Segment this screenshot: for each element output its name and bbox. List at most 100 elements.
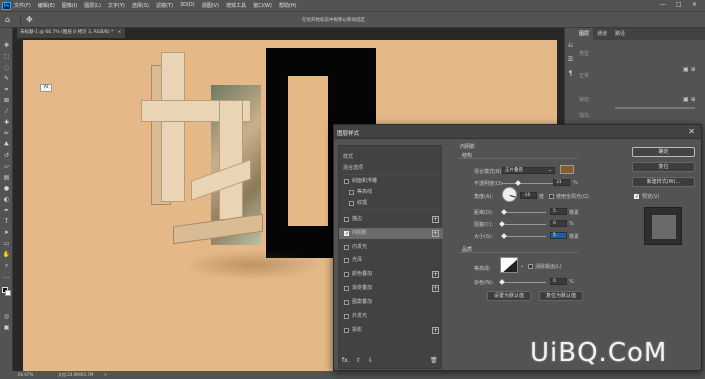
choke-slider[interactable] bbox=[502, 224, 546, 225]
close-icon[interactable]: ✕ bbox=[688, 127, 695, 136]
shadow-color-swatch[interactable] bbox=[560, 165, 574, 174]
style-list-item[interactable]: 内阴影 + bbox=[339, 228, 443, 240]
history-brush-tool-icon[interactable]: ↺ bbox=[2, 152, 11, 159]
style-list-item[interactable]: 斜面和浮雕 bbox=[339, 176, 443, 187]
hand-tool-icon[interactable]: ✋ bbox=[2, 251, 11, 258]
style-checkbox[interactable] bbox=[344, 179, 349, 184]
move-tool-icon[interactable]: ✥ bbox=[2, 42, 11, 49]
tab-channels[interactable]: 通道 bbox=[593, 28, 611, 40]
style-list-item[interactable]: 光泽 bbox=[339, 255, 443, 266]
eraser-tool-icon[interactable]: ▱ bbox=[2, 163, 11, 170]
style-list-item[interactable]: 混合选项 bbox=[339, 163, 443, 174]
distance-slider[interactable] bbox=[502, 212, 546, 213]
menu-item-11[interactable]: 帮助(H) bbox=[279, 2, 297, 9]
quick-mask-icon[interactable]: ◎ bbox=[2, 313, 11, 320]
brush-tool-icon[interactable]: ✏ bbox=[2, 130, 11, 137]
style-list-item[interactable]: 颜色叠加 + bbox=[339, 269, 443, 280]
menu-item-10[interactable]: 窗口(W) bbox=[253, 2, 272, 9]
noise-input[interactable]: 0 bbox=[550, 278, 567, 285]
tab-paths[interactable]: 路径 bbox=[611, 28, 629, 40]
menu-item-1[interactable]: 编辑(E) bbox=[38, 2, 55, 9]
move-up-icon[interactable]: ⇧ bbox=[356, 357, 361, 364]
opacity-input[interactable]: 31 bbox=[553, 179, 570, 186]
contour-preview[interactable] bbox=[500, 257, 518, 273]
healing-tool-icon[interactable]: ✚ bbox=[2, 119, 11, 126]
lasso-tool-icon[interactable]: ◌ bbox=[2, 64, 11, 71]
new-style-button[interactable]: 新建样式(W)... bbox=[632, 177, 695, 187]
tab-layers[interactable]: 图层 bbox=[575, 28, 594, 40]
dodge-tool-icon[interactable]: ◐ bbox=[2, 196, 11, 203]
opacity-slider-knob[interactable] bbox=[514, 180, 521, 186]
style-list-item[interactable]: 描边 + bbox=[339, 214, 443, 225]
menu-item-2[interactable]: 图像(I) bbox=[62, 2, 77, 9]
document-tab[interactable]: 未标题-1 @ 66.7% (图层 0 拷贝 3, RGB/8) * × bbox=[17, 28, 125, 38]
crop-tool-icon[interactable]: ⌗ bbox=[2, 86, 11, 93]
style-list-item[interactable]: 纹理 bbox=[339, 198, 443, 209]
shape-tool-icon[interactable]: ▭ bbox=[2, 240, 11, 247]
screen-mode-icon[interactable]: ▣ bbox=[2, 324, 11, 331]
size-slider[interactable] bbox=[502, 236, 546, 237]
style-list-item[interactable]: 样式 bbox=[339, 152, 443, 163]
menu-item-9[interactable]: 增效工具 bbox=[226, 2, 246, 9]
menu-item-3[interactable]: 图层(L) bbox=[84, 2, 101, 9]
history-panel-icon[interactable]: ⎌ bbox=[566, 42, 575, 49]
style-list-item[interactable]: 外发光 bbox=[339, 311, 443, 322]
preview-checkbox[interactable]: ✓ bbox=[634, 194, 639, 200]
style-checkbox[interactable] bbox=[344, 286, 349, 291]
blur-tool-icon[interactable]: ● bbox=[2, 185, 11, 192]
move-down-icon[interactable]: ⇩ bbox=[368, 357, 373, 364]
more-tools-icon[interactable]: … bbox=[2, 273, 11, 280]
pen-tool-icon[interactable]: ✒ bbox=[2, 207, 11, 214]
size-input[interactable]: 5 bbox=[550, 232, 567, 239]
menu-item-0[interactable]: 文件(F) bbox=[14, 2, 31, 9]
panel-icons-a[interactable]: ▣ ⊕ bbox=[683, 66, 696, 73]
style-list-item[interactable]: 等高线 bbox=[339, 187, 443, 198]
fill-slider[interactable] bbox=[615, 107, 695, 109]
path-select-tool-icon[interactable]: ➤ bbox=[2, 229, 11, 236]
style-checkbox[interactable] bbox=[344, 258, 349, 263]
menu-item-5[interactable]: 选择(S) bbox=[132, 2, 149, 9]
choke-input[interactable]: 0 bbox=[550, 220, 567, 227]
zoom-tool-icon[interactable]: ⌕ bbox=[2, 262, 11, 269]
trash-icon[interactable]: 🗑 bbox=[430, 357, 438, 364]
angle-input[interactable]: -16 bbox=[520, 192, 537, 199]
chevron-down-icon[interactable]: ⌄ bbox=[520, 263, 524, 269]
style-list-item[interactable]: 图案叠加 bbox=[339, 297, 443, 308]
menu-item-8[interactable]: 视图(V) bbox=[202, 2, 219, 9]
style-checkbox[interactable] bbox=[344, 272, 349, 277]
ok-button[interactable]: 确定 bbox=[632, 147, 695, 157]
menu-item-4[interactable]: 文字(Y) bbox=[108, 2, 125, 9]
zoom-level[interactable]: 66.67% bbox=[18, 371, 33, 379]
style-checkbox[interactable] bbox=[344, 217, 349, 222]
add-effect-icon[interactable]: + bbox=[432, 270, 439, 278]
marquee-tool-icon[interactable]: ⬚ bbox=[2, 53, 11, 60]
close-window-button[interactable]: ✕ bbox=[692, 1, 697, 8]
style-checkbox[interactable] bbox=[344, 328, 349, 333]
style-list-item[interactable]: 内发光 bbox=[339, 242, 443, 253]
add-effect-icon[interactable]: + bbox=[432, 229, 439, 237]
eyedropper-tool-icon[interactable]: ⁄ bbox=[2, 108, 11, 115]
home-icon[interactable]: ⌂ bbox=[5, 15, 10, 24]
global-light-checkbox[interactable] bbox=[549, 194, 554, 199]
paragraph-panel-icon[interactable]: ¶ bbox=[566, 70, 575, 77]
gradient-tool-icon[interactable]: ▤ bbox=[2, 174, 11, 181]
properties-panel-icon[interactable]: ☰ bbox=[566, 56, 575, 63]
frame-tool-icon[interactable]: ⊠ bbox=[2, 97, 11, 104]
menu-item-6[interactable]: 滤镜(T) bbox=[156, 2, 173, 9]
minimize-button[interactable]: — bbox=[660, 1, 666, 8]
panel-icons-b[interactable]: ▣ ⊕ bbox=[683, 96, 696, 103]
size-slider-knob[interactable] bbox=[501, 233, 508, 239]
opacity-slider[interactable] bbox=[502, 183, 553, 184]
set-default-button[interactable]: 设置为默认值 bbox=[487, 291, 531, 301]
status-arrow[interactable]: > bbox=[104, 371, 107, 379]
style-checkbox[interactable] bbox=[349, 201, 354, 206]
fx-icon[interactable]: fx. bbox=[342, 357, 350, 364]
antialias-checkbox[interactable] bbox=[528, 264, 533, 269]
add-effect-icon[interactable]: + bbox=[432, 326, 439, 334]
background-color-swatch[interactable] bbox=[5, 290, 11, 296]
distance-input[interactable]: 5 bbox=[550, 208, 567, 215]
cancel-button[interactable]: 复位 bbox=[632, 162, 695, 172]
style-checkbox[interactable] bbox=[344, 314, 349, 319]
maximize-button[interactable]: □ bbox=[676, 1, 682, 8]
style-checkbox[interactable] bbox=[344, 300, 349, 305]
